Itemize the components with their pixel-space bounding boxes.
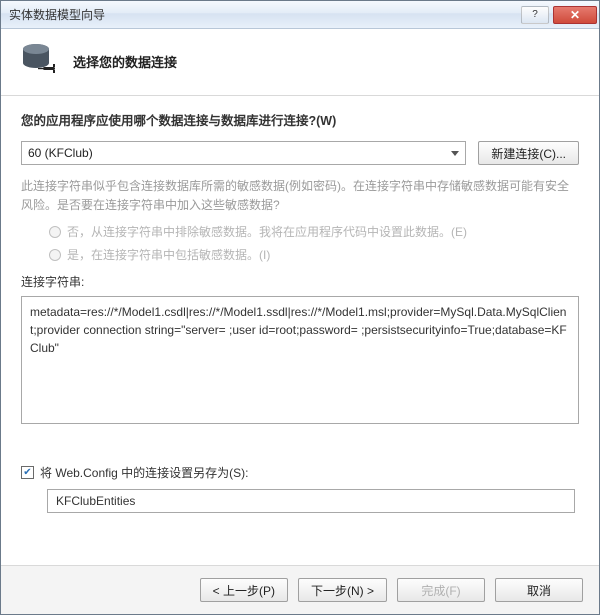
sensitive-data-note: 此连接字符串似乎包含连接数据库所需的敏感数据(例如密码)。在连接字符串中存储敏感…	[21, 177, 579, 215]
connstr-label: 连接字符串:	[21, 273, 579, 290]
sensitive-radio-group: 否，从连接字符串中排除敏感数据。我将在应用程序代码中设置此数据。(E) 是，在连…	[21, 223, 579, 263]
database-icon	[19, 41, 59, 81]
wizard-subtitle: 选择您的数据连接	[73, 52, 177, 71]
new-connection-button[interactable]: 新建连接(C)...	[478, 141, 579, 165]
finish-button: 完成(F)	[397, 578, 485, 602]
cancel-button[interactable]: 取消	[495, 578, 583, 602]
save-settings-row: ✔ 将 Web.Config 中的连接设置另存为(S):	[21, 464, 579, 481]
radio-exclude: 否，从连接字符串中排除敏感数据。我将在应用程序代码中设置此数据。(E)	[49, 223, 579, 240]
next-button[interactable]: 下一步(N) >	[298, 578, 387, 602]
radio-icon	[49, 249, 61, 261]
save-label: 将 Web.Config 中的连接设置另存为(S):	[40, 464, 248, 481]
connection-dropdown[interactable]: 60 (KFClub)	[21, 141, 466, 165]
help-button[interactable]: ?	[521, 6, 549, 24]
save-name-value: KFClubEntities	[56, 494, 135, 508]
radio-exclude-label: 否，从连接字符串中排除敏感数据。我将在应用程序代码中设置此数据。(E)	[67, 223, 467, 240]
wizard-window: 实体数据模型向导 ? ✕ 选择您的数据连接 您的应用程序应使用哪个数据连接与数据…	[0, 0, 600, 615]
chevron-down-icon	[451, 151, 459, 156]
wizard-content: 您的应用程序应使用哪个数据连接与数据库进行连接?(W) 60 (KFClub) …	[1, 96, 599, 565]
radio-include: 是，在连接字符串中包括敏感数据。(I)	[49, 246, 579, 263]
connection-row: 60 (KFClub) 新建连接(C)...	[21, 141, 579, 165]
close-button[interactable]: ✕	[553, 6, 597, 24]
connection-question: 您的应用程序应使用哪个数据连接与数据库进行连接?(W)	[21, 110, 579, 129]
wizard-footer: < 上一步(P) 下一步(N) > 完成(F) 取消	[1, 565, 599, 614]
save-name-input[interactable]: KFClubEntities	[47, 489, 575, 513]
titlebar: 实体数据模型向导 ? ✕	[1, 1, 599, 29]
wizard-header: 选择您的数据连接	[1, 29, 599, 96]
radio-icon	[49, 226, 61, 238]
connection-selected: 60 (KFClub)	[28, 146, 93, 160]
prev-button[interactable]: < 上一步(P)	[200, 578, 288, 602]
window-buttons: ? ✕	[521, 6, 597, 24]
radio-include-label: 是，在连接字符串中包括敏感数据。(I)	[67, 246, 270, 263]
save-checkbox[interactable]: ✔	[21, 466, 34, 479]
connection-string-textbox[interactable]: metadata=res://*/Model1.csdl|res://*/Mod…	[21, 296, 579, 424]
window-title: 实体数据模型向导	[9, 6, 521, 23]
